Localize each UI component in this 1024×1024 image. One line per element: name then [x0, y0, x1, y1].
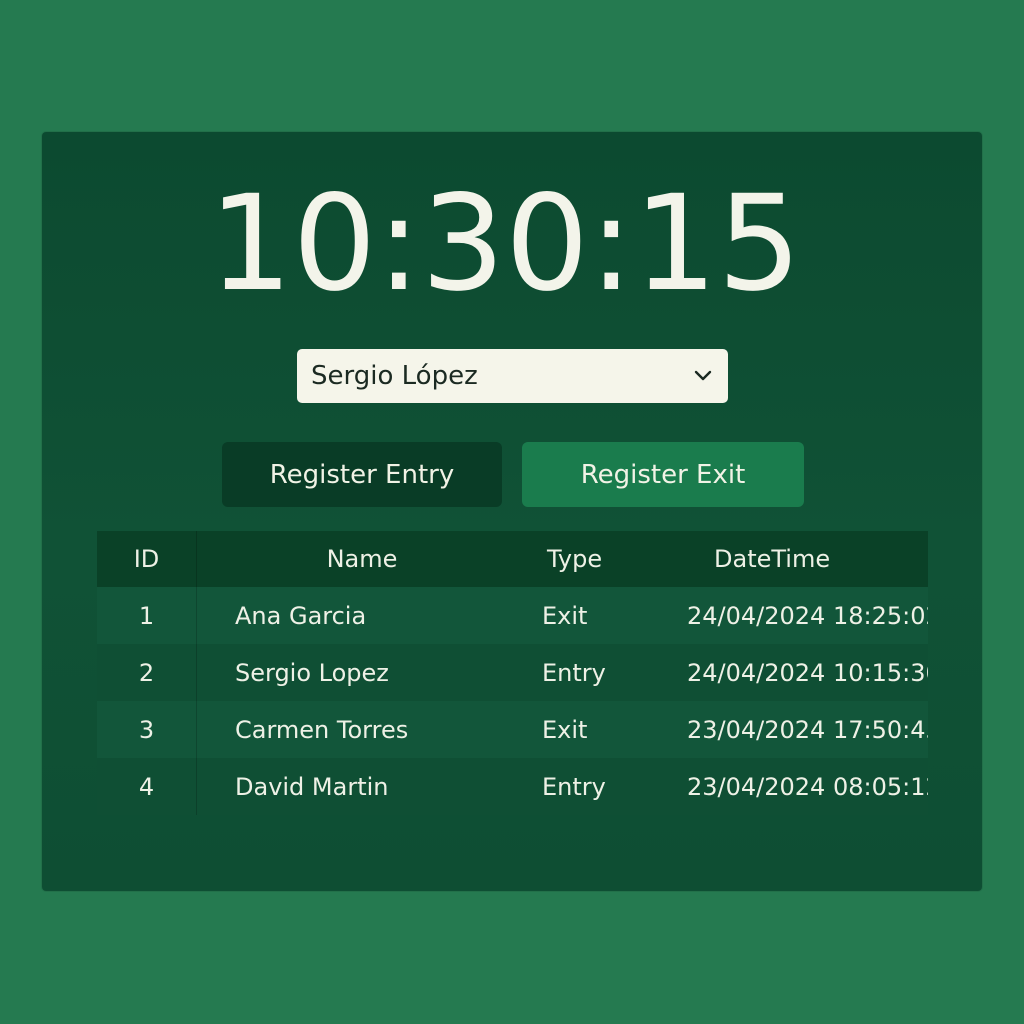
- table-row[interactable]: 3 Carmen Torres Exit 23/04/2024 17:50:45: [97, 701, 928, 758]
- clock-display: 10:30:15: [208, 167, 802, 321]
- header-name[interactable]: Name: [197, 545, 527, 573]
- chevron-down-icon: [692, 365, 714, 387]
- row-name: Carmen Torres: [235, 715, 409, 744]
- header-id[interactable]: ID: [97, 531, 197, 587]
- row-name: Sergio Lopez: [235, 658, 389, 687]
- row-datetime: 24/04/2024 10:15:30: [687, 658, 928, 687]
- header-datetime[interactable]: DateTime: [677, 545, 928, 573]
- row-datetime: 23/04/2024 08:05:12: [687, 772, 928, 801]
- row-type: Exit: [542, 715, 588, 744]
- row-type: Exit: [542, 601, 588, 630]
- table-header-row: ID Name Type DateTime: [97, 531, 928, 587]
- employee-select[interactable]: Sergio López: [297, 349, 728, 403]
- header-type[interactable]: Type: [527, 545, 677, 573]
- row-datetime: 23/04/2024 17:50:45: [687, 715, 928, 744]
- row-name: David Martin: [235, 772, 389, 801]
- row-id: 1: [97, 587, 197, 644]
- table-row[interactable]: 2 Sergio Lopez Entry 24/04/2024 10:15:30: [97, 644, 928, 701]
- row-id: 2: [97, 644, 197, 701]
- row-type: Entry: [542, 658, 606, 687]
- row-id: 3: [97, 701, 197, 758]
- records-table: ID Name Type DateTime 1 Ana Garcia Exit …: [97, 531, 928, 815]
- row-type: Entry: [542, 772, 606, 801]
- table-row[interactable]: 4 David Martin Entry 23/04/2024 08:05:12: [97, 758, 928, 815]
- register-exit-button[interactable]: Register Exit: [522, 442, 804, 507]
- table-row[interactable]: 1 Ana Garcia Exit 24/04/2024 18:25:02: [97, 587, 928, 644]
- register-entry-button[interactable]: Register Entry: [222, 442, 502, 507]
- employee-select-value: Sergio López: [311, 361, 478, 391]
- row-name: Ana Garcia: [235, 601, 367, 630]
- row-id: 4: [97, 758, 197, 815]
- row-datetime: 24/04/2024 18:25:02: [687, 601, 928, 630]
